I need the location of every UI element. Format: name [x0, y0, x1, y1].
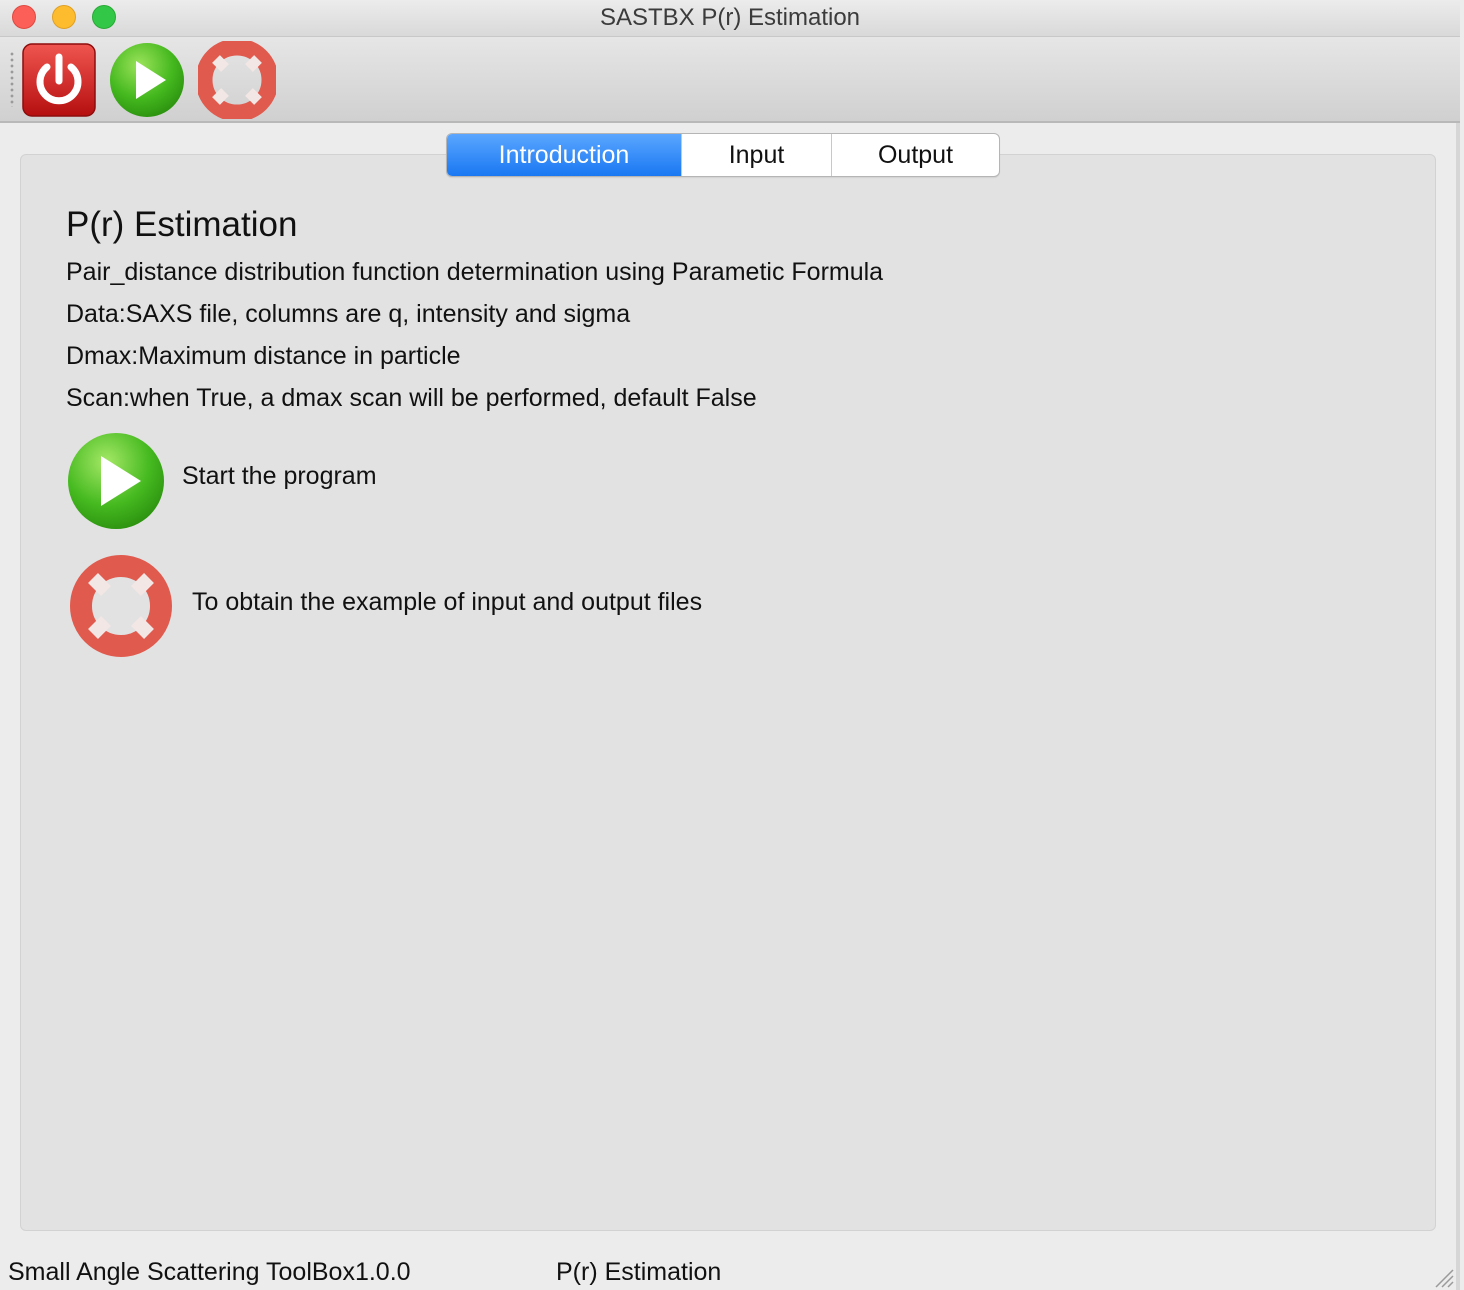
app-window: SASTBX P(r) Estimation Introduction Inpu…	[0, 0, 1460, 1290]
toolbar-grip-handle[interactable]	[9, 51, 15, 107]
page-title: P(r) Estimation	[66, 205, 298, 244]
tab-bar: Introduction Input Output	[446, 133, 1000, 177]
start-program-button[interactable]	[66, 431, 166, 531]
tab-input[interactable]: Input	[681, 134, 831, 176]
description-line: Data:SAXS file, columns are q, intensity…	[66, 300, 631, 328]
lifebuoy-icon	[198, 41, 276, 119]
tab-output[interactable]: Output	[831, 134, 999, 176]
status-app-version: Small Angle Scattering ToolBox1.0.0	[8, 1258, 411, 1286]
description-line: Dmax:Maximum distance in particle	[66, 342, 461, 370]
lifebuoy-icon	[70, 555, 172, 657]
play-icon	[68, 433, 164, 529]
status-module-name: P(r) Estimation	[556, 1258, 722, 1286]
tab-introduction[interactable]: Introduction	[447, 134, 681, 176]
window-title: SASTBX P(r) Estimation	[599, 4, 861, 31]
play-icon	[110, 43, 184, 117]
start-program-caption: Start the program	[182, 462, 377, 490]
title-bar: SASTBX P(r) Estimation	[0, 0, 1460, 37]
example-files-button[interactable]	[70, 555, 172, 657]
help-button[interactable]	[198, 41, 276, 119]
description-line: Pair_distance distribution function dete…	[66, 258, 884, 286]
power-icon	[22, 43, 96, 117]
resize-grip-icon[interactable]	[1432, 1266, 1454, 1288]
quit-button[interactable]	[20, 41, 98, 119]
description-line: Scan:when True, a dmax scan will be perf…	[66, 384, 757, 412]
toolbar	[0, 37, 1460, 123]
run-button[interactable]	[108, 41, 186, 119]
example-files-caption: To obtain the example of input and outpu…	[192, 588, 703, 616]
